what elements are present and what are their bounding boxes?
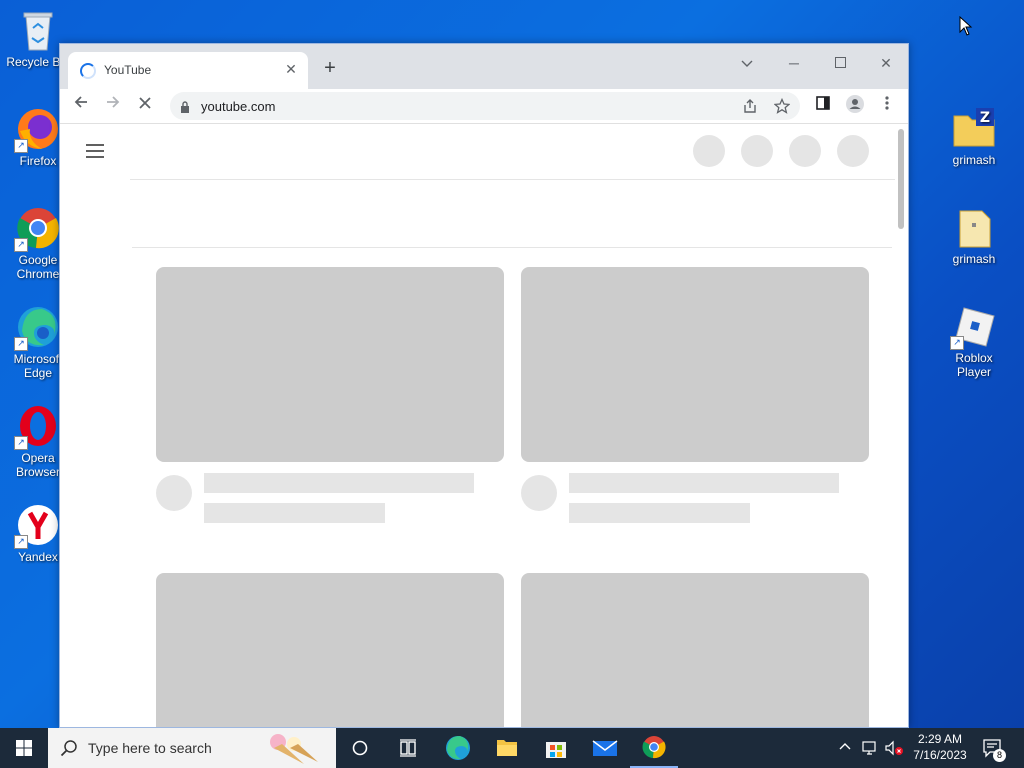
bookmark-star-icon[interactable] [773,97,791,119]
more-menu-icon[interactable] [875,94,899,118]
share-icon[interactable] [742,98,758,119]
network-icon[interactable] [862,740,880,768]
mouse-cursor-icon [959,15,973,41]
desktop-icon-label: Opera Browser [15,451,60,479]
chrome-icon: ↗ [14,206,60,252]
skeleton-header-circle [741,135,773,167]
profile-avatar-icon[interactable] [843,94,867,118]
skeleton-avatar [521,475,557,511]
side-panel-icon[interactable] [811,94,835,118]
stop-loading-icon[interactable] [133,94,157,118]
desktop-icon-label: Google Chrome [16,253,60,281]
notification-badge: 8 [993,749,1006,762]
opera-icon: ↗ [14,404,60,450]
tab-strip: YouTube ✕ + ─ ✕ [60,44,908,89]
skeleton-meta-bar [204,503,385,523]
volume-muted-icon[interactable] [884,740,904,768]
clock-date: 7/16/2023 [913,748,967,762]
skeleton-thumbnail [156,573,504,727]
maximize-button[interactable] [817,50,863,76]
desktop-icon-grimash-file[interactable]: grimash [938,205,1010,266]
tab-search-chevron-icon[interactable] [724,50,770,76]
new-tab-button[interactable]: + [318,57,342,81]
skeleton-thumbnail [521,573,869,727]
mail-icon[interactable] [581,728,629,768]
desktop-icon-label: Firefox [19,154,57,168]
ice-cream-doodle-icon [264,730,322,768]
cortana-icon[interactable] [336,728,384,768]
forward-arrow-icon[interactable] [101,94,125,118]
notification-center-icon[interactable]: 8 [982,738,1006,768]
skeleton-title-bar [204,473,474,493]
skeleton-avatar [156,475,192,511]
desktop-icon-label: Microsoft Edge [13,352,63,380]
close-window-button[interactable]: ✕ [863,50,908,76]
shortcut-arrow-icon: ↗ [14,337,28,351]
browser-toolbar: youtube.com [60,89,908,124]
microsoft-store-icon[interactable] [532,728,580,768]
svg-text:Z: Z [980,110,990,126]
shortcut-arrow-icon: ↗ [14,238,28,252]
scrollbar-thumb[interactable] [898,129,904,229]
shortcut-arrow-icon: ↗ [950,336,964,350]
firefox-icon: ↗ [14,107,60,153]
address-bar[interactable]: youtube.com [170,92,800,120]
skeleton-meta-bar [569,503,750,523]
url-text: youtube.com [201,99,276,114]
desktop-icon-roblox[interactable]: ↗ Roblox Player [938,304,1010,379]
minimize-button[interactable]: ─ [771,50,817,76]
yandex-icon: ↗ [14,503,60,549]
search-placeholder: Type here to search [88,740,212,756]
zip-folder-icon: Z [952,106,996,150]
header-divider [130,179,895,180]
edge-icon: ↗ [14,305,60,351]
browser-window: YouTube ✕ + ─ ✕ youtube.com [59,43,909,728]
chips-divider [132,247,892,248]
back-arrow-icon[interactable] [69,94,93,118]
hamburger-menu-icon[interactable] [86,144,104,158]
skeleton-header-circle [693,135,725,167]
clock-time: 2:29 AM [917,732,963,746]
edge-taskbar-icon[interactable] [434,728,482,768]
tray-chevron-icon[interactable] [838,740,852,768]
clock[interactable]: 2:29 AM 7/16/2023 [908,728,972,768]
search-icon [60,739,78,762]
taskbar: Type here to search 2:29 AM 7/16/2023 8 [0,728,1024,768]
tab-close-icon[interactable]: ✕ [282,60,300,78]
recycle-bin-icon [16,8,60,52]
roblox-icon: ↗ [950,304,996,350]
skeleton-header-circle [789,135,821,167]
skeleton-thumbnail [521,267,869,462]
tab-title: YouTube [104,63,152,77]
start-button[interactable] [0,728,48,768]
shortcut-arrow-icon: ↗ [14,436,28,450]
desktop-icon-label: Yandex [18,550,58,564]
skeleton-thumbnail [156,267,504,462]
lock-icon [180,100,190,118]
desktop-icon-label: grimash [952,153,996,167]
folder-file-icon [952,205,996,249]
loading-spinner-icon [80,63,96,79]
skeleton-title-bar [569,473,839,493]
shortcut-arrow-icon: ↗ [14,535,28,549]
desktop-icon-grimash-zip[interactable]: Z grimash [938,106,1010,167]
tab-youtube[interactable]: YouTube ✕ [68,52,308,89]
file-explorer-icon[interactable] [483,728,531,768]
page-scrollbar[interactable] [895,124,908,727]
chrome-taskbar-icon[interactable] [630,728,678,768]
windows-logo-icon [16,740,32,756]
desktop-icon-label: Roblox Player [955,351,993,379]
page-content-skeleton [60,124,895,727]
desktop-icon-label: grimash [952,252,996,266]
shortcut-arrow-icon: ↗ [14,139,28,153]
taskbar-search-box[interactable]: Type here to search [48,728,336,768]
skeleton-header-circle [837,135,869,167]
task-view-icon[interactable] [384,728,432,768]
